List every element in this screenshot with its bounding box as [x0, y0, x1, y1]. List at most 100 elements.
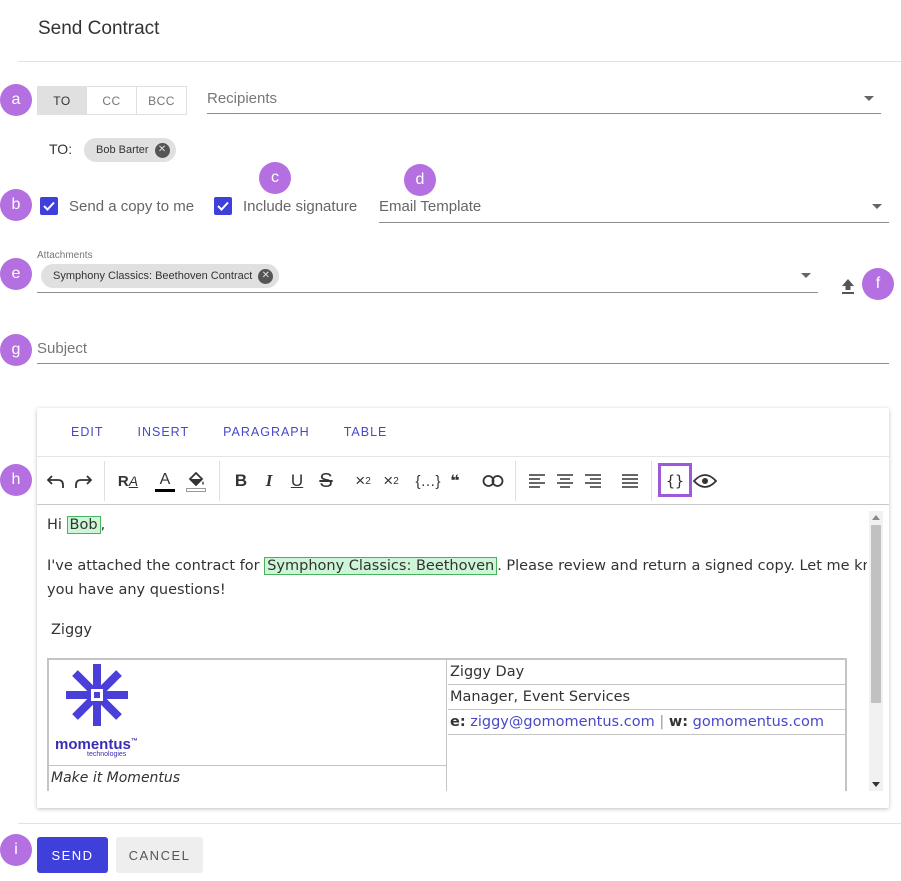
upload-icon[interactable] [839, 277, 857, 295]
cancel-button[interactable]: CANCEL [116, 837, 203, 873]
checkmark-icon [43, 201, 55, 211]
code-block-icon[interactable]: {…} [414, 467, 442, 495]
email-editor: EDIT INSERT PARAGRAPH TABLE RA A B I U S… [37, 408, 889, 808]
preview-icon[interactable] [692, 467, 718, 495]
signature-left-cell: momentus™ technologies Make it Momentus [49, 660, 447, 791]
scroll-up-icon[interactable] [872, 515, 880, 520]
attachment-chip-label: Symphony Classics: Beethoven Contract [53, 270, 253, 282]
annotation-badge-e: e [0, 258, 32, 290]
signature-web-link[interactable]: gomomentus.com [693, 714, 824, 730]
recipients-input[interactable]: Recipients [207, 90, 277, 107]
attachments-dropdown-icon[interactable] [801, 273, 811, 278]
send-button[interactable]: SEND [37, 837, 108, 873]
editor-content[interactable]: Hi Bob, I've attached the contract for S… [37, 505, 867, 791]
signoff: Ziggy [51, 622, 92, 638]
email-template-dropdown-icon[interactable] [872, 204, 882, 209]
scrollbar-thumb[interactable] [871, 525, 881, 703]
annotation-badge-d: d [404, 164, 436, 196]
superscript-icon[interactable]: × 2 [379, 467, 403, 495]
email-template-select[interactable]: Email Template [379, 198, 481, 215]
bold-icon[interactable]: B [231, 467, 251, 495]
annotation-badge-i: i [0, 834, 32, 866]
to-label: TO: [49, 141, 73, 157]
fill-color-icon[interactable] [184, 467, 208, 495]
greeting-line: Hi Bob, [47, 513, 105, 537]
editor-menu-bar: EDIT INSERT PARAGRAPH TABLE [37, 408, 421, 456]
body-line-2: you have any questions! [47, 582, 226, 598]
align-left-icon[interactable] [526, 467, 548, 495]
link-icon[interactable] [481, 467, 505, 495]
attachments-underline [37, 292, 818, 293]
email-template-underline [379, 222, 889, 223]
recipient-chip-label: Bob Barter [96, 144, 149, 156]
momentus-logo-icon [66, 664, 128, 726]
text-color-icon[interactable]: A [154, 467, 176, 495]
body-line-1-prefix: I've attached the contract for [47, 558, 260, 574]
tab-to[interactable]: TO [37, 86, 87, 115]
strikethrough-icon[interactable]: S [314, 467, 338, 495]
editor-toolbar: RA A B I U S × 2 × 2 {…} ❝ {} [37, 456, 889, 505]
toolbar-divider [651, 461, 652, 501]
annotation-badge-a: a [0, 84, 32, 116]
subscript-icon[interactable]: × 2 [351, 467, 375, 495]
annotation-badge-h: h [0, 464, 32, 496]
tab-bcc[interactable]: BCC [137, 86, 187, 115]
menu-table[interactable]: TABLE [344, 425, 388, 439]
attachment-chip[interactable]: Symphony Classics: Beethoven Contract ✕ [41, 264, 280, 288]
greeting-prefix: Hi [47, 517, 62, 533]
align-right-icon[interactable] [582, 467, 604, 495]
underline-icon[interactable]: U [287, 467, 307, 495]
undo-icon[interactable] [45, 467, 67, 495]
footer-divider [18, 823, 901, 824]
editor-scrollbar[interactable] [869, 511, 883, 791]
recipient-chip[interactable]: Bob Barter ✕ [84, 138, 176, 162]
dialog-title: Send Contract [38, 18, 160, 39]
merge-field-contract[interactable]: Symphony Classics: Beethoven [264, 557, 498, 575]
annotation-badge-f: f [862, 268, 894, 300]
subject-input[interactable]: Subject [37, 340, 87, 357]
checkmark-icon [217, 201, 229, 211]
signature-name: Ziggy Day [448, 660, 846, 685]
recipient-type-tabs: TO CC BCC [37, 86, 187, 115]
toolbar-divider [515, 461, 516, 501]
include-signature-label: Include signature [243, 198, 358, 215]
menu-edit[interactable]: EDIT [71, 425, 103, 439]
align-center-icon[interactable] [554, 467, 576, 495]
clear-format-icon[interactable]: RA [115, 467, 141, 495]
annotation-badge-g: g [0, 334, 32, 366]
signature-table: momentus™ technologies Make it Momentus … [47, 658, 847, 791]
recipients-dropdown-icon[interactable] [864, 96, 874, 101]
attachments-label: Attachments [37, 250, 93, 261]
signature-role: Manager, Event Services [448, 685, 846, 710]
logo-subtitle: technologies [87, 751, 127, 758]
body-line-1-suffix: . Please review and return a signed copy… [497, 558, 867, 574]
remove-recipient-icon[interactable]: ✕ [154, 142, 170, 158]
greeting-suffix: , [100, 517, 106, 533]
title-divider [18, 61, 901, 62]
merge-field-name[interactable]: Bob [66, 516, 101, 534]
copy-to-me-checkbox[interactable] [40, 197, 58, 215]
annotation-badge-c: c [259, 162, 291, 194]
annotation-badge-b: b [0, 189, 32, 221]
remove-attachment-icon[interactable]: ✕ [258, 268, 274, 284]
toolbar-divider [104, 461, 105, 501]
body-line-1: I've attached the contract for Symphony … [47, 554, 867, 578]
signature-tagline: Make it Momentus [51, 770, 181, 786]
copy-to-me-label: Send a copy to me [69, 198, 195, 215]
justify-icon[interactable] [619, 467, 641, 495]
italic-icon[interactable]: I [259, 467, 279, 495]
menu-insert[interactable]: INSERT [137, 425, 189, 439]
recipients-underline [207, 113, 881, 114]
quote-icon[interactable]: ❝ [444, 467, 466, 495]
subject-underline [37, 363, 889, 364]
merge-field-icon[interactable]: {} [663, 467, 687, 495]
redo-icon[interactable] [72, 467, 94, 495]
menu-paragraph[interactable]: PARAGRAPH [223, 425, 310, 439]
tab-cc[interactable]: CC [87, 86, 137, 115]
signature-email-link[interactable]: ziggy@gomomentus.com [470, 714, 654, 730]
signature-logo-cell: momentus™ technologies [49, 660, 447, 766]
signature-contact: e: ziggy@gomomentus.com | w: gomomentus.… [448, 710, 846, 735]
toolbar-divider [219, 461, 220, 501]
scroll-down-icon[interactable] [872, 782, 880, 787]
include-signature-checkbox[interactable] [214, 197, 232, 215]
